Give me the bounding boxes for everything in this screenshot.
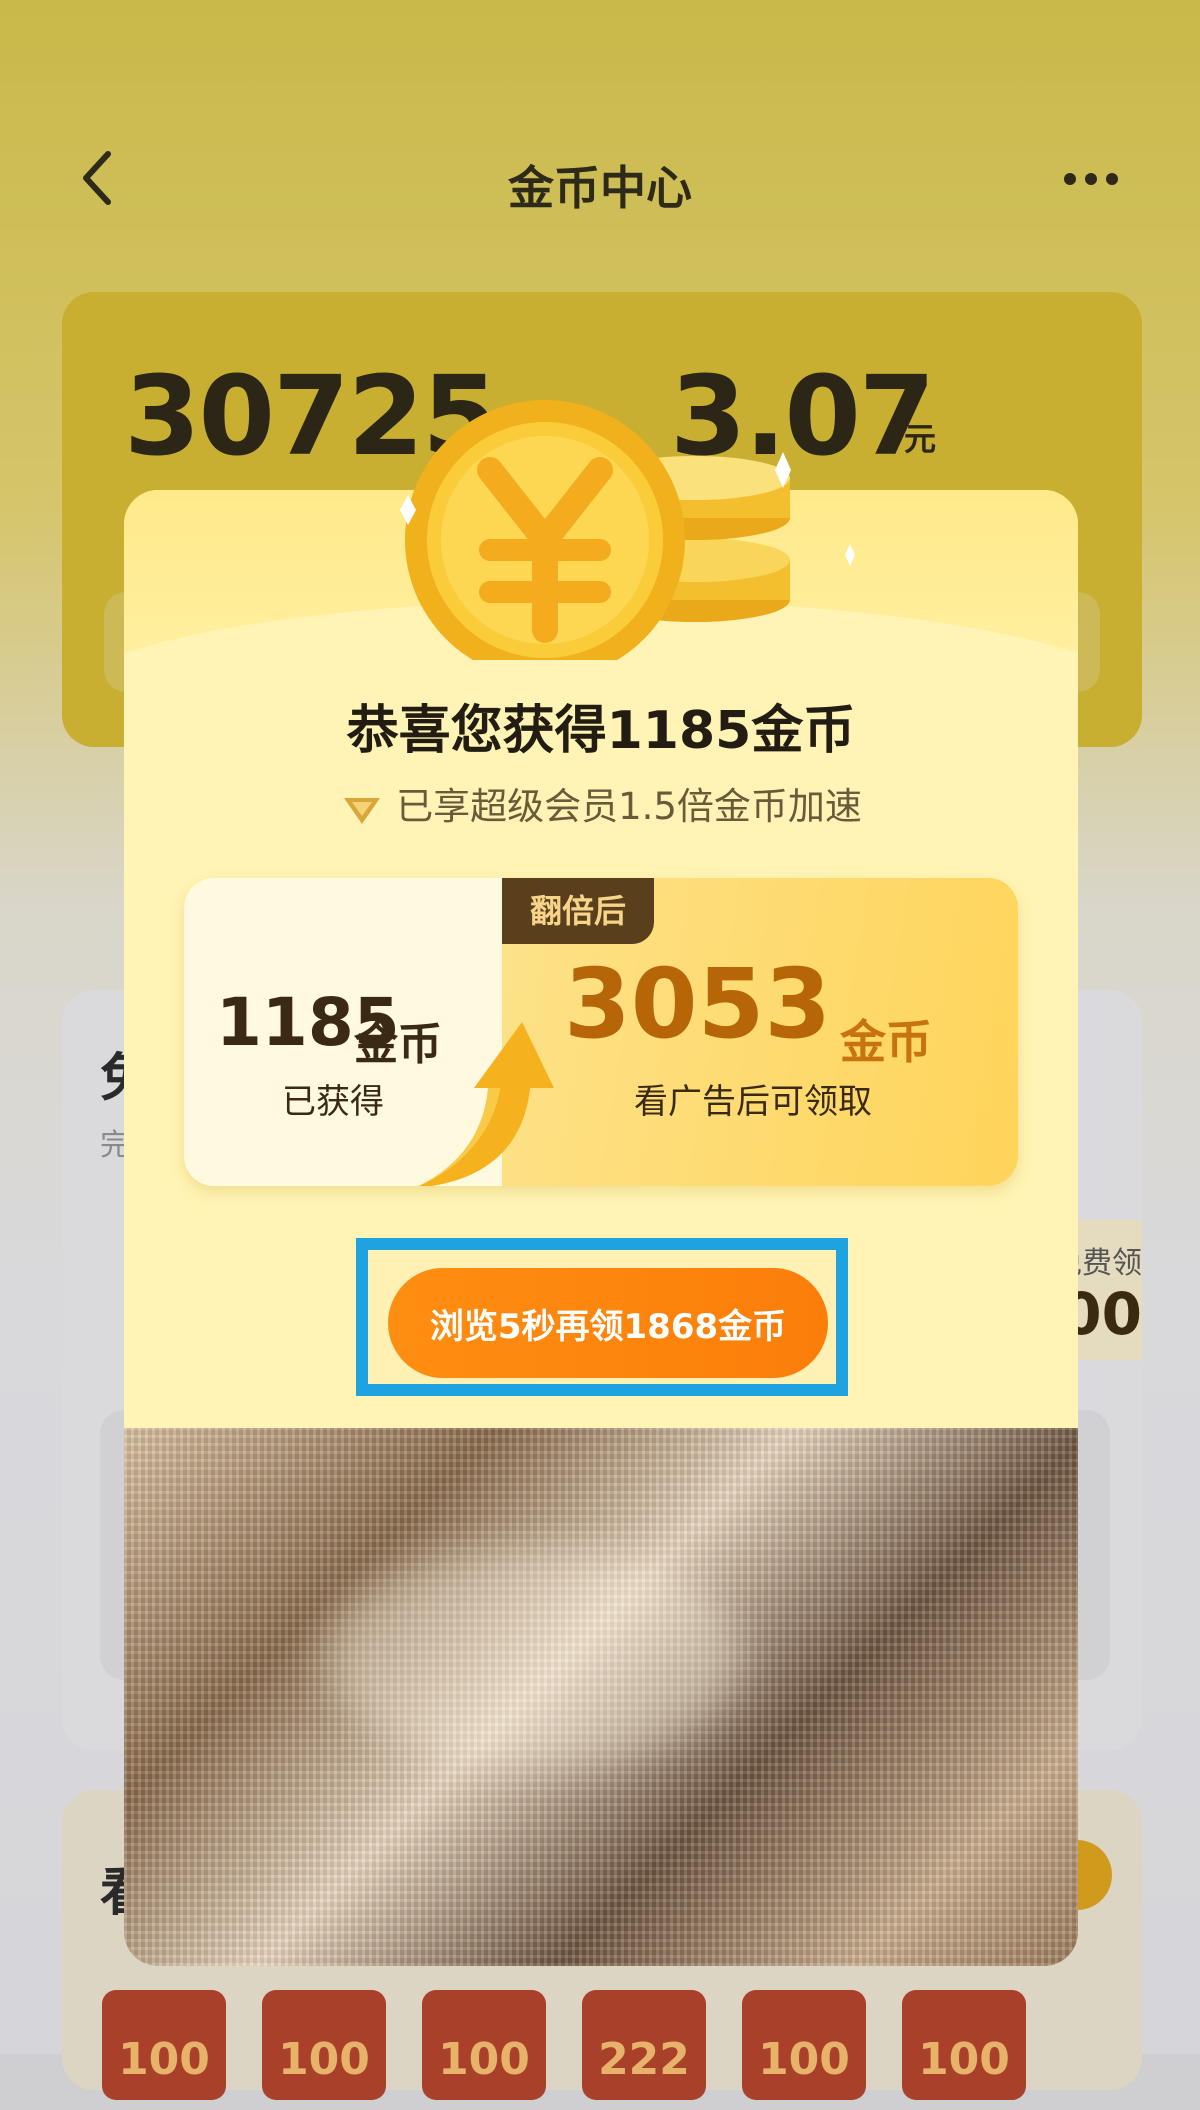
doubled-coins-value: 3053: [564, 948, 832, 1060]
reward-tile[interactable]: 100: [902, 1990, 1026, 2100]
top-bar: 金币中心: [0, 120, 1200, 240]
reward-tile[interactable]: 100: [102, 1990, 226, 2100]
doubled-coins-unit: 金币: [840, 1015, 932, 1069]
vip-boost-text: 已享超级会员1.5倍金币加速: [396, 785, 862, 828]
page-title: 金币中心: [508, 161, 692, 215]
reward-tile[interactable]: 222: [582, 1990, 706, 2100]
browse-claim-button[interactable]: 浏览5秒再领1868金币: [388, 1268, 828, 1378]
reward-tile[interactable]: 100: [262, 1990, 386, 2100]
more-options-icon[interactable]: [1064, 170, 1130, 186]
ad-banner[interactable]: [124, 1428, 1078, 1966]
reward-tile-row: 100 100 100 222 100 100: [102, 1990, 1142, 2110]
cash-unit: 元: [904, 420, 937, 458]
reward-compare-card: 翻倍后 1185 金币 已获得 3053 金币 看广告后可领取: [184, 878, 1018, 1186]
cta-highlight-frame: 浏览5秒再领1868金币: [356, 1238, 848, 1396]
vip-diamond-icon: [344, 797, 381, 824]
dialog-title: 恭喜您获得1185金币: [346, 701, 856, 761]
reward-dialog: 恭喜您获得1185金币 已享超级会员1.5倍金币加速 翻倍后 1185 金币 已…: [124, 490, 1078, 1966]
gold-coin-icon: [400, 400, 855, 660]
reward-tile[interactable]: 100: [742, 1990, 866, 2100]
ad-image-glare: [324, 1548, 744, 1768]
vip-boost-row: 已享超级会员1.5倍金币加速: [124, 776, 1078, 830]
earned-coins-unit: 金币: [354, 1019, 442, 1070]
doubled-coins-label: 看广告后可领取: [634, 1082, 872, 1122]
reward-tile[interactable]: 100: [422, 1990, 546, 2100]
doubled-tag: 翻倍后: [502, 878, 654, 944]
earned-coins-label: 已获得: [282, 1082, 384, 1122]
